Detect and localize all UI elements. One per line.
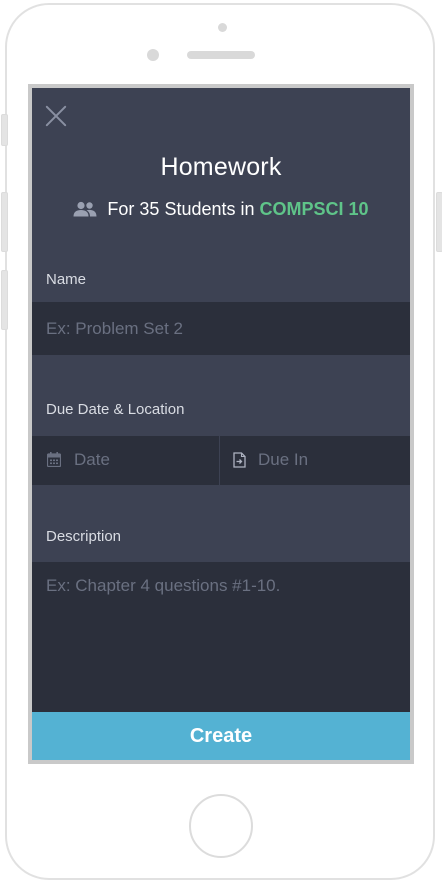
class-subtitle: For 35 Students in COMPSCI 10	[32, 199, 410, 220]
page-title: Homework	[160, 153, 282, 181]
due-in-placeholder: Due In	[258, 450, 309, 469]
phone-side-button-top	[1, 114, 8, 146]
due-in-field[interactable]: Due In	[220, 436, 410, 485]
document-arrow-icon	[233, 452, 246, 468]
phone-camera	[218, 23, 227, 32]
name-placeholder: Ex: Problem Set 2	[46, 319, 184, 338]
due-fields: Date Due In	[32, 436, 410, 485]
create-button[interactable]: Create	[32, 712, 410, 760]
close-icon[interactable]	[45, 105, 67, 127]
phone-side-button-bottom	[1, 270, 8, 330]
name-field[interactable]: Ex: Problem Set 2	[32, 302, 410, 355]
phone-power-button	[436, 192, 442, 252]
calendar-icon	[47, 452, 61, 467]
description-label: Description	[46, 528, 122, 545]
phone-home-button[interactable]	[189, 794, 253, 858]
due-label: Due Date & Location	[46, 401, 185, 418]
description-placeholder: Ex: Chapter 4 questions #1-10.	[46, 576, 281, 595]
date-field[interactable]: Date	[32, 436, 219, 485]
name-label: Name	[46, 271, 87, 288]
people-icon	[73, 201, 97, 217]
phone-sensor	[147, 49, 159, 61]
phone-side-button-middle	[1, 192, 8, 252]
phone-speaker	[187, 51, 255, 59]
class-name-link[interactable]: COMPSCI 10	[260, 199, 369, 219]
description-field[interactable]: Ex: Chapter 4 questions #1-10.	[32, 562, 410, 712]
subtitle-text: For 35 Students in	[107, 199, 255, 219]
homework-form: Homework For 35 Students in COMPSCI 10 N…	[32, 88, 410, 760]
date-placeholder: Date	[74, 450, 110, 469]
app-screen: Homework For 35 Students in COMPSCI 10 N…	[28, 84, 414, 764]
